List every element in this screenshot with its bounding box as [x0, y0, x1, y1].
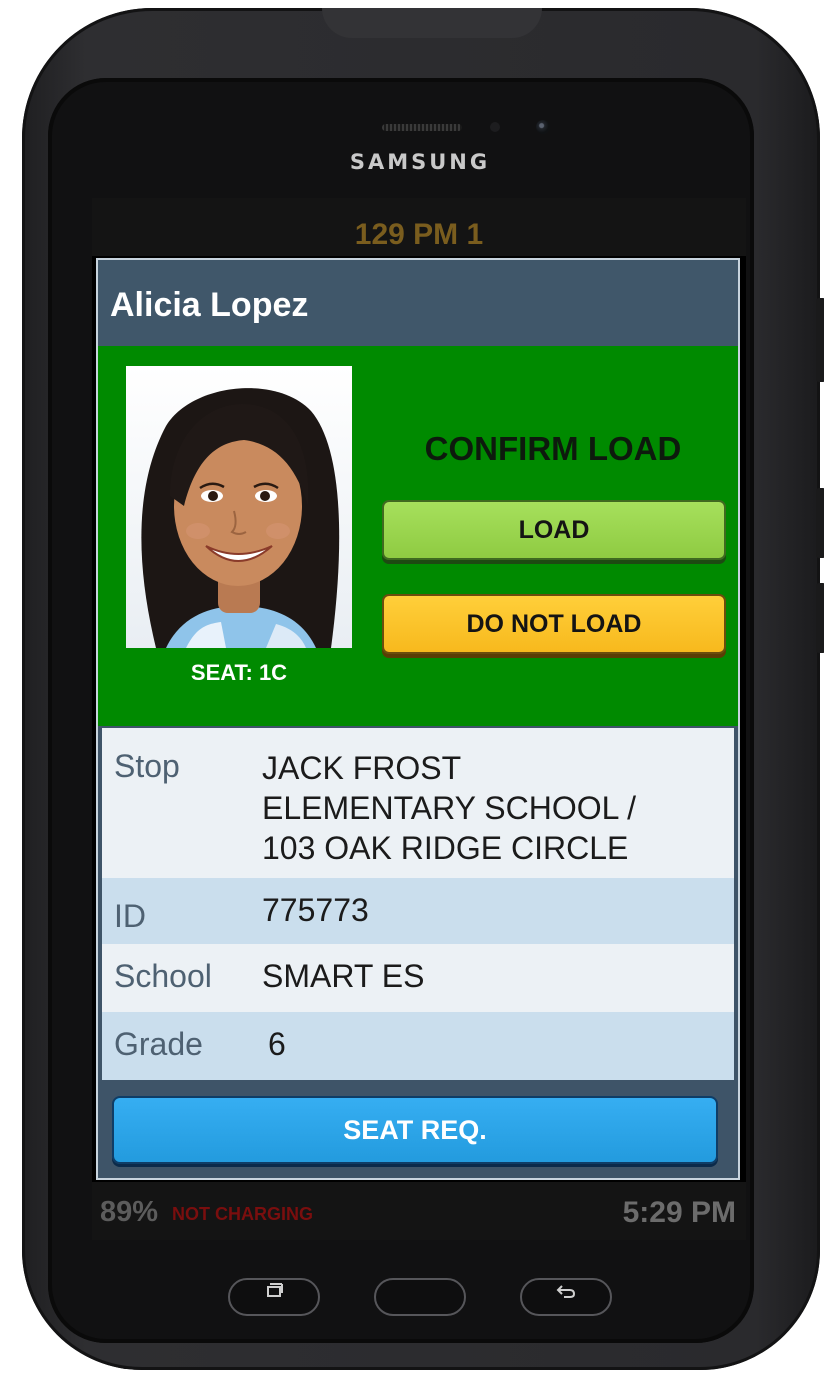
recent-apps-icon: [267, 1283, 283, 1297]
info-row-id: ID 775773: [102, 878, 734, 944]
load-button[interactable]: LOAD: [382, 500, 726, 560]
student-photo-image: [126, 366, 352, 648]
battery-level: 89%: [100, 1196, 159, 1228]
device-brand-logo: SAMSUNG: [349, 150, 491, 174]
student-photo: [126, 366, 352, 648]
do-not-load-button[interactable]: DO NOT LOAD: [382, 594, 726, 654]
volume-down-button: [816, 583, 824, 653]
recent-apps-button[interactable]: [228, 1278, 320, 1316]
clock: 5:29 PM: [622, 1196, 736, 1229]
screen: 129 PM 1 Alicia Lopez SEAT: 1C CONFIRM L…: [92, 198, 746, 1240]
id-label: ID: [114, 898, 146, 934]
info-row-school: School SMART ES: [102, 944, 734, 1012]
student-info-table: Stop JACK FROST ELEMENTARY SCHOOL / 103 …: [102, 728, 734, 1080]
earpiece-speaker: [382, 124, 462, 131]
stop-label: Stop: [114, 748, 180, 784]
charging-status: NOT CHARGING: [172, 1204, 313, 1224]
student-card: Alicia Lopez SEAT: 1C CONFIRM LOAD LOAD …: [96, 258, 740, 1180]
school-value: SMART ES: [262, 958, 425, 994]
stop-line: 103 OAK RIDGE CIRCLE: [262, 830, 629, 866]
seat-request-button[interactable]: SEAT REQ.: [112, 1096, 718, 1164]
top-status-bar: 129 PM 1: [92, 198, 746, 256]
back-button[interactable]: [520, 1278, 612, 1316]
confirm-panel: SEAT: 1C CONFIRM LOAD LOAD DO NOT LOAD: [98, 346, 738, 726]
back-icon: [556, 1285, 576, 1298]
school-label: School: [114, 958, 212, 994]
stop-value: JACK FROST ELEMENTARY SCHOOL / 103 OAK R…: [262, 748, 636, 868]
stop-line: ELEMENTARY SCHOOL /: [262, 790, 637, 826]
device-bumper-top: [322, 8, 542, 38]
front-camera-icon: [536, 120, 550, 134]
home-button[interactable]: [374, 1278, 466, 1316]
volume-up-button: [816, 488, 824, 558]
stop-line: JACK FROST: [262, 750, 462, 786]
id-value: 775773: [262, 892, 369, 928]
grade-label: Grade: [114, 1026, 203, 1062]
student-name: Alicia Lopez: [98, 260, 738, 346]
grade-value: 6: [268, 1026, 286, 1062]
confirm-load-title: CONFIRM LOAD: [424, 430, 682, 467]
info-row-grade: Grade 6: [102, 1012, 734, 1080]
power-button: [816, 298, 824, 382]
seat-assignment: SEAT: 1C: [190, 660, 288, 685]
info-row-stop: Stop JACK FROST ELEMENTARY SCHOOL / 103 …: [102, 728, 734, 878]
bottom-status-bar: 89% NOT CHARGING 5:29 PM: [92, 1182, 746, 1240]
proximity-sensor: [490, 122, 500, 132]
